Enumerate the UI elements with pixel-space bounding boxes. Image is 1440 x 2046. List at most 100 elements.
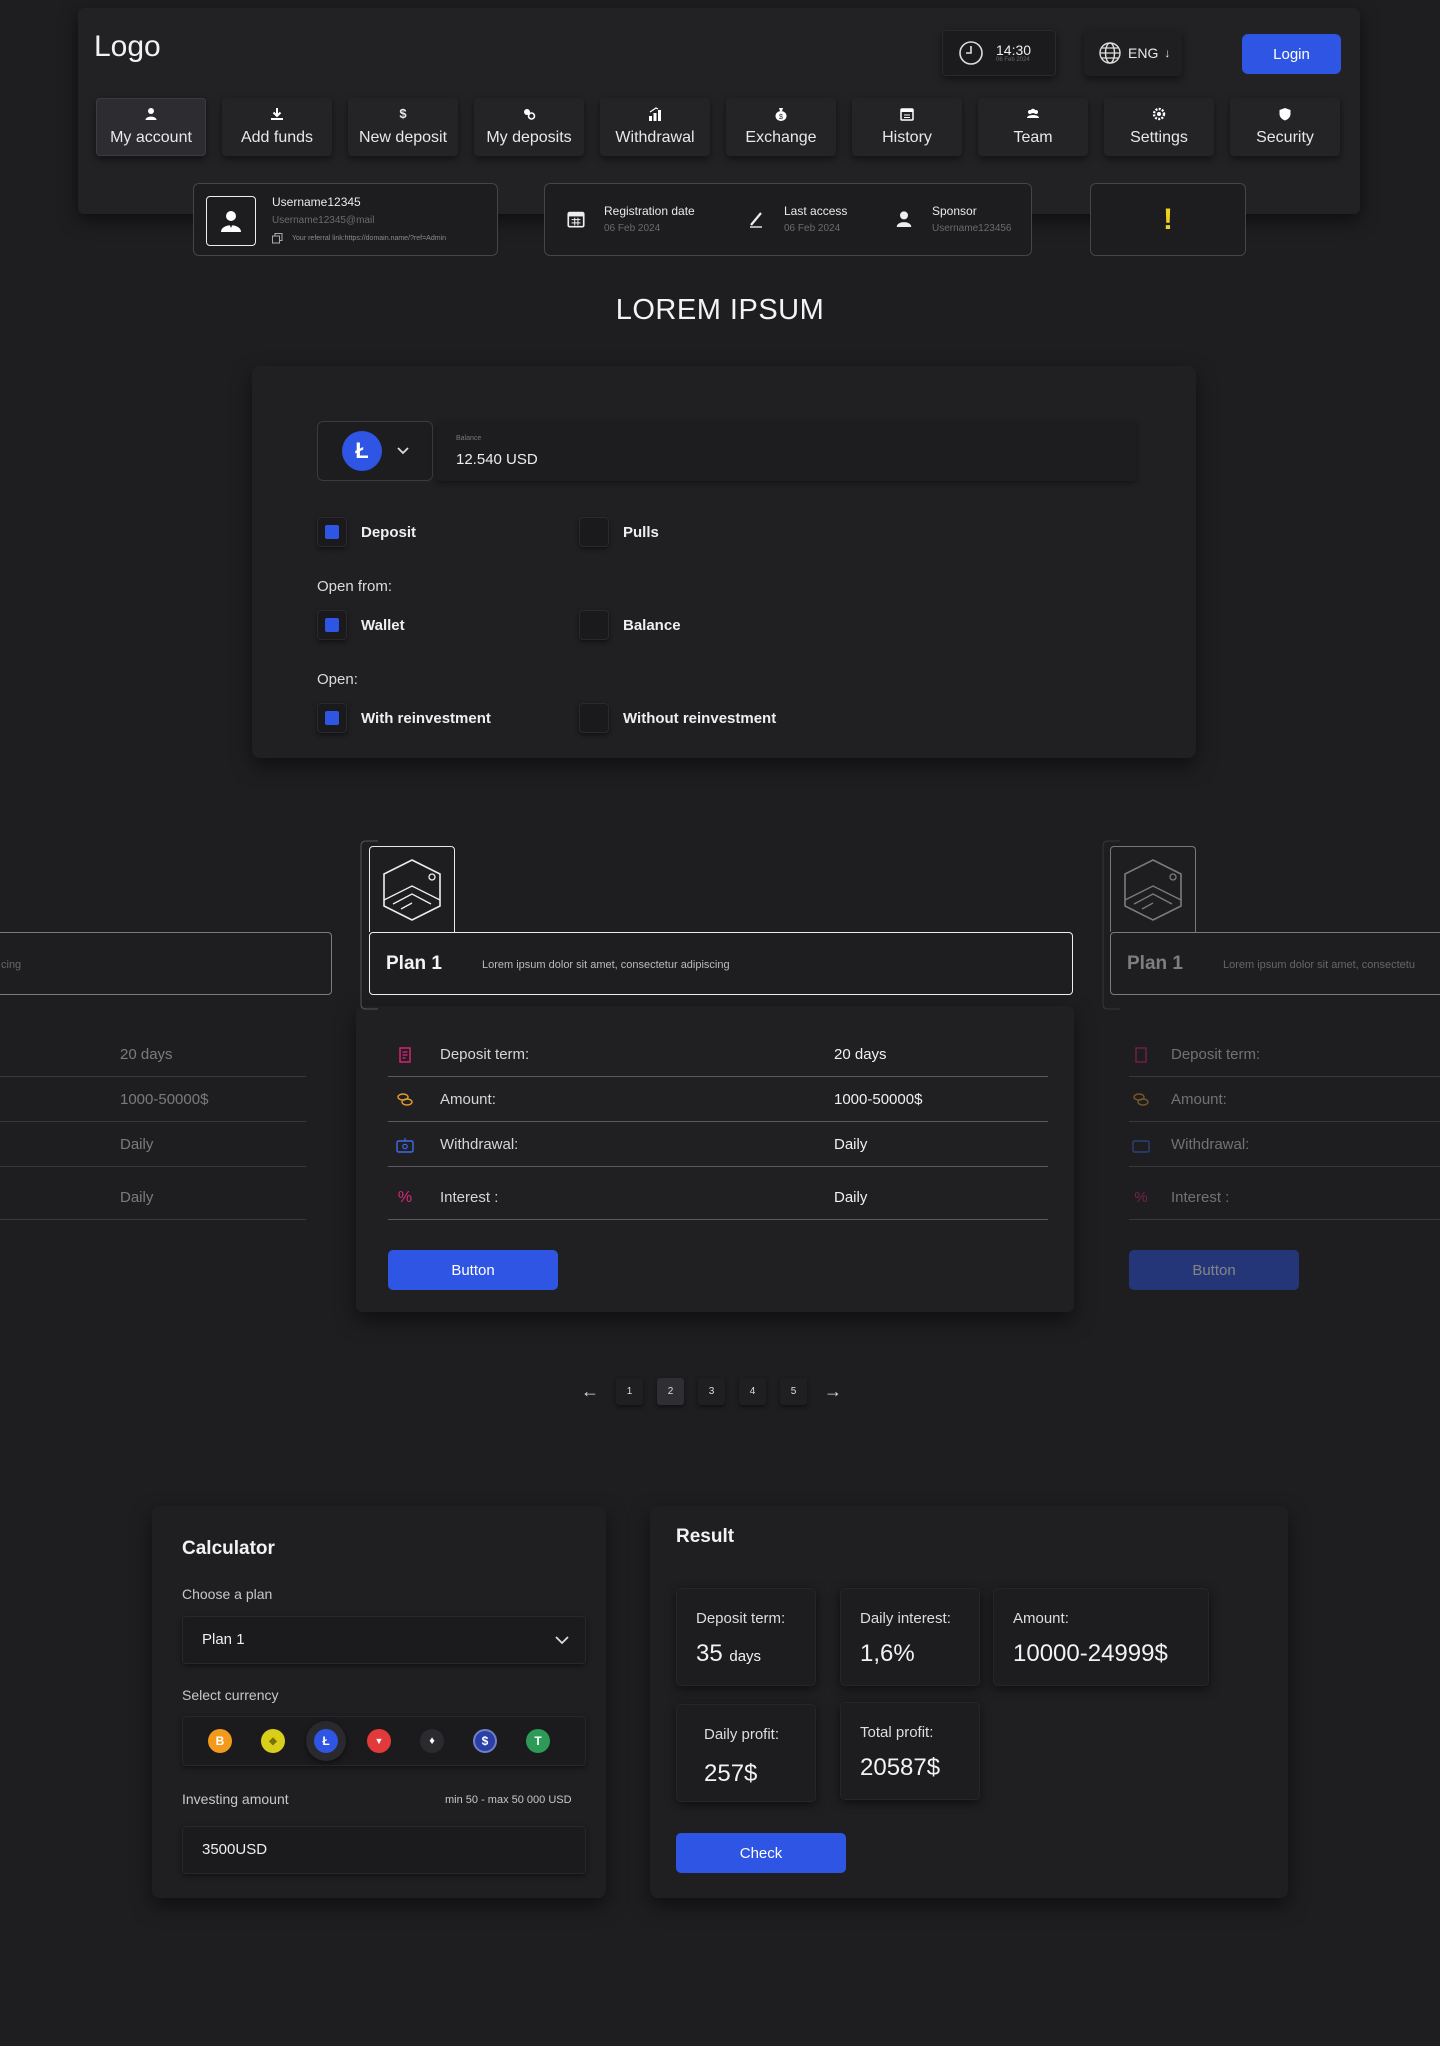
without-reinvestment-checkbox[interactable] [579, 703, 609, 733]
option-label: Without reinvestment [623, 709, 777, 727]
clock-widget: 14:30 06 Feb 2024 [942, 30, 1056, 76]
language-selector[interactable]: ENG ↓ [1084, 30, 1182, 76]
page-4[interactable]: 4 [739, 1378, 766, 1405]
plan-row-label: Amount: [440, 1091, 496, 1108]
plan-row-value: 20 days [120, 1046, 173, 1063]
page-5[interactable]: 5 [780, 1378, 807, 1405]
nav-my-deposits[interactable]: My deposits [474, 98, 584, 156]
login-button[interactable]: Login [1242, 34, 1341, 74]
nav-new-deposit[interactable]: $ New deposit [348, 98, 458, 156]
ethereum-icon: ♦ [420, 1729, 444, 1753]
globe-icon [1099, 42, 1121, 64]
nav-exchange[interactable]: $ Exchange [726, 98, 836, 156]
currency-option[interactable]: ◆ [253, 1721, 293, 1761]
wallet-checkbox[interactable] [317, 610, 347, 640]
last-access-value: 06 Feb 2024 [784, 223, 841, 234]
option-balance[interactable]: Balance [579, 610, 681, 640]
team-icon [1027, 108, 1039, 118]
result-title: Result [676, 1526, 735, 1547]
option-without-reinvestment[interactable]: Without reinvestment [579, 703, 776, 733]
investing-amount-input[interactable]: 3500USD [182, 1826, 586, 1874]
deposit-term-value: 35 [696, 1640, 723, 1667]
option-label: Deposit [361, 523, 417, 541]
currency-option[interactable]: B [200, 1721, 240, 1761]
plan-select[interactable]: Plan 1 [182, 1616, 586, 1664]
binance-icon: ◆ [261, 1729, 285, 1753]
option-label: Pulls [623, 523, 659, 541]
option-deposit[interactable]: Deposit [317, 517, 416, 547]
registration-label: Registration date [604, 204, 695, 218]
plan-row: 1000-50000$ [0, 1078, 306, 1122]
option-wallet[interactable]: Wallet [317, 610, 405, 640]
currency-select[interactable]: Ł [317, 421, 433, 481]
logo[interactable]: Logo [94, 30, 161, 64]
plan-description: cing [1, 959, 22, 971]
avatar [206, 196, 256, 246]
pulls-checkbox[interactable] [579, 517, 609, 547]
plan-card-header[interactable]: Plan 1 Lorem ipsum dolor sit amet, conse… [369, 932, 1073, 995]
plan-button[interactable]: Button [388, 1250, 558, 1290]
plan-row: % Interest : [1129, 1176, 1440, 1220]
plan-row-label: Deposit term: [440, 1046, 530, 1063]
plan-icon-box [1110, 846, 1196, 932]
username: Username12345 [272, 195, 361, 209]
plan-row-value: 1000-50000$ [120, 1091, 209, 1108]
gear-icon [1152, 107, 1166, 121]
exclamation-icon: ! [1163, 202, 1173, 236]
next-arrow-icon[interactable]: → [821, 1381, 845, 1402]
with-reinvestment-checkbox[interactable] [317, 703, 347, 733]
pencil-icon [750, 212, 762, 228]
plan-title: Plan 1 [386, 953, 442, 974]
clock-time: 14:30 [996, 42, 1032, 58]
nav-security[interactable]: Security [1230, 98, 1340, 156]
nav-label: Exchange [745, 129, 817, 146]
prev-arrow-icon[interactable]: ← [578, 1381, 602, 1402]
calendar-icon [900, 108, 914, 121]
plan-card-left-header[interactable]: cing [0, 932, 332, 995]
alert-card[interactable]: ! [1090, 183, 1246, 256]
currency-option[interactable]: T [518, 1721, 558, 1761]
nav-label: Team [1013, 129, 1053, 146]
litecoin-icon: Ł [314, 1729, 338, 1753]
deposit-checkbox[interactable] [317, 517, 347, 547]
plan-button[interactable]: Button [1129, 1250, 1299, 1290]
last-access-label: Last access [784, 204, 848, 218]
nav-withdrawal[interactable]: Withdrawal [600, 98, 710, 156]
result-deposit-term: Deposit term: 35 days [676, 1588, 816, 1686]
plan-row: Daily [0, 1176, 306, 1220]
page-2[interactable]: 2 [657, 1378, 684, 1405]
balance-value: 12.540 USD [456, 451, 538, 468]
nav-team[interactable]: Team [978, 98, 1088, 156]
investing-amount-label: Investing amount [182, 1791, 289, 1807]
plan-row-value: Daily [120, 1136, 154, 1153]
nav-add-funds[interactable]: Add funds [222, 98, 332, 156]
shield-icon [1279, 108, 1291, 121]
currency-option[interactable]: ♦ [412, 1721, 452, 1761]
wallet-icon [388, 1137, 422, 1153]
nav-my-account[interactable]: My account [96, 98, 206, 156]
nav-settings[interactable]: Settings [1104, 98, 1214, 156]
currency-option-selected[interactable]: Ł [306, 1721, 346, 1761]
result-value: 257$ [704, 1760, 758, 1787]
currency-option[interactable]: ▼ [359, 1721, 399, 1761]
litecoin-icon: Ł [342, 431, 382, 471]
open-from-label: Open from: [317, 578, 393, 595]
plan-row-label: Interest : [440, 1189, 499, 1206]
option-pulls[interactable]: Pulls [579, 517, 659, 547]
nav-history[interactable]: History [852, 98, 962, 156]
clock-date: 06 Feb 2024 [996, 57, 1030, 63]
copy-icon[interactable] [272, 233, 283, 244]
plan-row-label: Deposit term: [1170, 1046, 1261, 1063]
referral-link[interactable]: Your referral link:https://domain.name/?… [292, 235, 446, 242]
page-1[interactable]: 1 [616, 1378, 643, 1405]
page-3[interactable]: 3 [698, 1378, 725, 1405]
user-icon [896, 211, 912, 227]
plan-card-header[interactable]: Plan 1 Lorem ipsum dolor sit amet, conse… [1110, 932, 1440, 995]
result-label: Total profit: [860, 1724, 934, 1741]
option-with-reinvestment[interactable]: With reinvestment [317, 703, 491, 733]
open-label: Open: [317, 671, 358, 688]
check-button[interactable]: Check [676, 1833, 846, 1873]
amount-limits: min 50 - max 50 000 USD [445, 1794, 572, 1806]
balance-checkbox[interactable] [579, 610, 609, 640]
currency-option[interactable]: $ [465, 1721, 505, 1761]
